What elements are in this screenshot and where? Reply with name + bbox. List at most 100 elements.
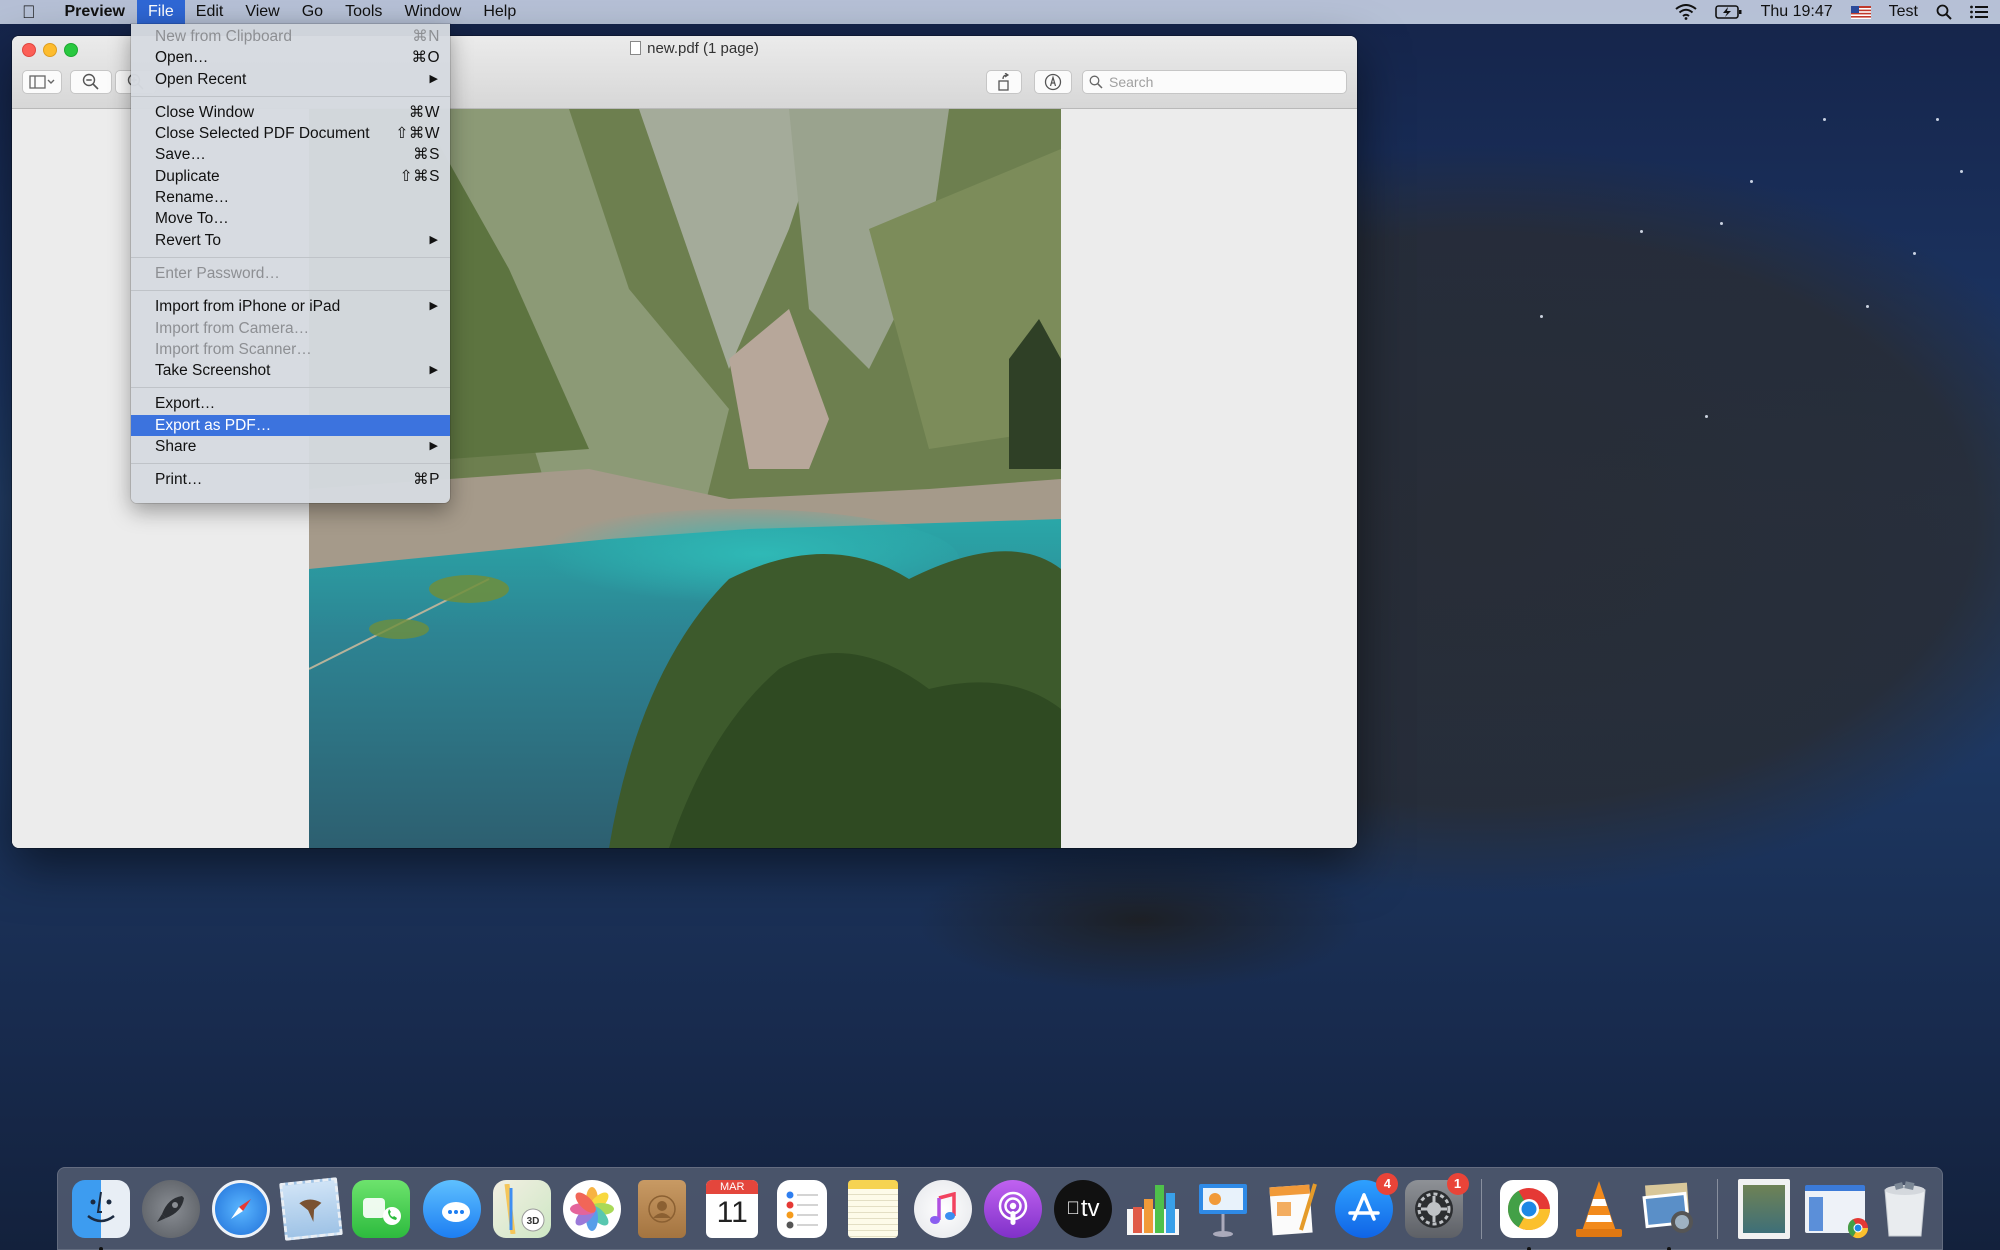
dock-launchpad[interactable] <box>138 1176 204 1242</box>
list-icon[interactable] <box>1961 0 2000 24</box>
music-icon <box>913 1179 972 1238</box>
dock-messages[interactable] <box>419 1176 485 1242</box>
dock: 3D MAR 11 tv 4 1 <box>57 1167 1943 1250</box>
menu-item-label: Open… <box>155 49 209 67</box>
dock-notes[interactable] <box>840 1176 906 1242</box>
dock-calendar[interactable]: MAR 11 <box>699 1176 765 1242</box>
menu-item-label: Save… <box>155 146 206 164</box>
dock-reminders[interactable] <box>770 1176 836 1242</box>
dock-finder[interactable] <box>68 1176 134 1250</box>
dock-podcasts[interactable] <box>980 1176 1046 1242</box>
dock-maps[interactable]: 3D <box>489 1176 555 1242</box>
menu-edit[interactable]: Edit <box>185 0 235 24</box>
menu-item-save[interactable]: Save… ⌘S <box>131 144 450 165</box>
clock[interactable]: Thu 19:47 <box>1752 0 1842 24</box>
search-icon[interactable] <box>1927 0 1961 24</box>
menu-item-print[interactable]: Print… ⌘P <box>131 469 450 490</box>
photos-icon <box>562 1179 621 1238</box>
search-icon <box>1089 75 1103 89</box>
numbers-icon <box>1124 1180 1182 1238</box>
user-name[interactable]: Test <box>1880 0 1927 24</box>
battery-charging-icon[interactable] <box>1706 0 1752 24</box>
notes-icon <box>847 1179 898 1238</box>
menu-item-take-screenshot[interactable]: Take Screenshot ▶ <box>131 360 450 381</box>
menu-item-label: Import from iPhone or iPad <box>155 298 341 316</box>
search-field[interactable] <box>1082 70 1347 94</box>
rotate-button[interactable] <box>986 70 1022 94</box>
menu-item-label: Take Screenshot <box>155 362 271 380</box>
submenu-arrow-icon: ▶ <box>429 440 438 453</box>
pdf-file-icon <box>630 41 642 55</box>
dock-minimized-window[interactable] <box>1802 1176 1868 1242</box>
menu-view[interactable]: View <box>234 0 290 24</box>
menu-item-label: Print… <box>155 471 203 489</box>
running-indicator <box>99 1246 103 1250</box>
search-input[interactable] <box>1109 74 1339 90</box>
dock-chrome[interactable] <box>1496 1176 1562 1250</box>
sidebar-toggle-button[interactable] <box>22 70 62 94</box>
dock-numbers[interactable] <box>1120 1176 1186 1242</box>
safari-icon <box>212 1179 271 1238</box>
calendar-day: 11 <box>716 1195 748 1229</box>
menu-item-close-window[interactable]: Close Window ⌘W <box>131 102 450 123</box>
file-menu-dropdown: New from Clipboard ⌘N Open… ⌘O Open Recent… <box>131 24 450 503</box>
menu-item-export-as-pdf[interactable]: Export as PDF… <box>131 414 450 437</box>
menu-item-rename[interactable]: Rename… <box>131 187 450 208</box>
dock-keynote[interactable] <box>1191 1176 1257 1242</box>
pages-icon <box>1264 1180 1322 1238</box>
menu-item-export[interactable]: Export… <box>131 393 450 414</box>
menu-item-open[interactable]: Open… ⌘O <box>131 47 450 68</box>
menu-separator <box>131 387 450 389</box>
dock-mail[interactable] <box>278 1176 344 1242</box>
menu-item-revert-to[interactable]: Revert To ▶ <box>131 230 450 251</box>
markup-button[interactable] <box>1034 70 1072 94</box>
menu-item-share[interactable]: Share ▶ <box>131 436 450 457</box>
menu-help[interactable]: Help <box>472 0 527 24</box>
menu-window[interactable]: Window <box>393 0 472 24</box>
menu-item-shortcut: ⌘S <box>413 146 440 164</box>
podcasts-icon <box>983 1179 1042 1238</box>
wifi-icon[interactable] <box>1666 0 1706 24</box>
zoom-out-button[interactable] <box>70 70 112 94</box>
menu-separator <box>131 290 450 292</box>
menu-go[interactable]: Go <box>291 0 334 24</box>
menu-item-duplicate[interactable]: Duplicate ⇧⌘S <box>131 166 450 187</box>
dock-separator <box>1716 1178 1718 1239</box>
menu-item-open-recent[interactable]: Open Recent ▶ <box>131 69 450 90</box>
menu-item-import-from-iphone[interactable]: Import from iPhone or iPad ▶ <box>131 296 450 317</box>
dock-preview[interactable] <box>1636 1176 1702 1250</box>
dock-contacts[interactable] <box>629 1176 695 1242</box>
svg-text:3D: 3D <box>526 1216 539 1227</box>
menu-item-close-selected-pdf[interactable]: Close Selected PDF Document ⇧⌘W <box>131 123 450 144</box>
menu-item-shortcut: ⇧⌘S <box>399 167 440 185</box>
menu-item-shortcut: ⌘N <box>412 28 440 45</box>
dock-app-store[interactable]: 4 <box>1331 1172 1399 1242</box>
dock-trash[interactable] <box>1872 1176 1938 1242</box>
markup-pen-icon <box>1044 73 1062 91</box>
menu-item-move-to[interactable]: Move To… <box>131 208 450 229</box>
menu-separator <box>131 95 450 97</box>
menu-file[interactable]: File <box>136 0 185 24</box>
mail-icon <box>279 1176 344 1241</box>
menu-item-label: Import from Camera… <box>155 319 310 337</box>
menu-item-label: Close Selected PDF Document <box>155 125 370 143</box>
menu-tools[interactable]: Tools <box>334 0 393 24</box>
dock-pages[interactable] <box>1261 1176 1327 1242</box>
apple-logo-icon[interactable]:  <box>0 0 54 24</box>
dock-vlc[interactable] <box>1566 1176 1632 1242</box>
dock-facetime[interactable] <box>349 1176 415 1242</box>
us-flag-icon[interactable] <box>1842 0 1880 24</box>
window-title-text: new.pdf (1 page) <box>647 40 759 57</box>
dock-pdf-document[interactable] <box>1732 1176 1798 1242</box>
dock-music[interactable] <box>910 1176 976 1242</box>
dock-system-preferences[interactable]: 1 <box>1401 1172 1469 1242</box>
dock-tv[interactable]: tv <box>1050 1176 1116 1242</box>
pdf-document-icon <box>1738 1178 1791 1239</box>
menu-item-label: New from Clipboard <box>155 28 292 45</box>
running-indicator <box>1527 1246 1532 1250</box>
dock-photos[interactable] <box>559 1176 625 1242</box>
dock-safari[interactable] <box>208 1176 274 1242</box>
menu-item-label: Export as PDF… <box>155 416 272 434</box>
launchpad-icon <box>141 1179 200 1238</box>
app-menu-preview[interactable]: Preview <box>54 0 137 24</box>
